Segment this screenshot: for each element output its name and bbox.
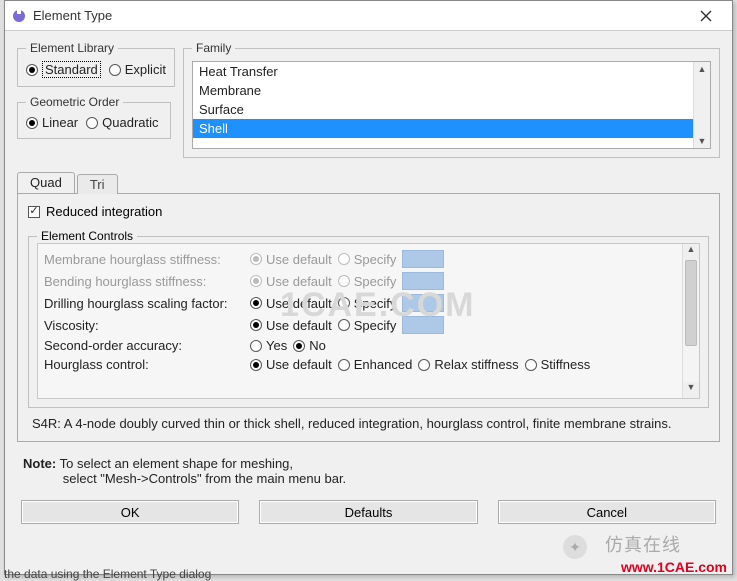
row-bending-hourglass: Bending hourglass stiffness: Use default… bbox=[44, 270, 679, 292]
radio-bending-specify: Specify bbox=[338, 274, 397, 289]
titlebar: Element Type bbox=[5, 1, 732, 31]
tab-tri[interactable]: Tri bbox=[77, 174, 118, 194]
radio-linear-label: Linear bbox=[42, 115, 78, 130]
row-membrane-hourglass: Membrane hourglass stiffness: Use defaul… bbox=[44, 248, 679, 270]
scroll-up-icon[interactable]: ▲ bbox=[698, 62, 707, 76]
radio-hourglass-default[interactable]: Use default bbox=[250, 357, 332, 372]
family-item-shell[interactable]: Shell bbox=[193, 119, 693, 138]
radio-quadratic[interactable]: Quadratic bbox=[86, 115, 158, 130]
family-group: Family Heat Transfer Membrane Surface Sh… bbox=[183, 41, 720, 158]
radio-quadratic-label: Quadratic bbox=[102, 115, 158, 130]
bending-value-input bbox=[402, 272, 444, 290]
checkbox-icon bbox=[28, 206, 40, 218]
radio-explicit-label: Explicit bbox=[125, 62, 166, 77]
reduced-integration-checkbox[interactable]: Reduced integration bbox=[28, 204, 709, 219]
top-row: Element Library Standard Explicit Geomet… bbox=[17, 41, 720, 158]
note-line2: select "Mesh->Controls" from the main me… bbox=[63, 471, 346, 486]
radio-viscosity-default[interactable]: Use default bbox=[250, 318, 332, 333]
radio-viscosity-specify[interactable]: Specify bbox=[338, 318, 397, 333]
element-library-legend: Element Library bbox=[26, 41, 118, 55]
geometric-order-group: Geometric Order Linear Quadratic bbox=[17, 95, 171, 139]
close-button[interactable] bbox=[686, 4, 726, 28]
row-hourglass-control: Hourglass control: Use default Enhanced … bbox=[44, 355, 679, 374]
element-library-group: Element Library Standard Explicit bbox=[17, 41, 175, 87]
scroll-down-icon[interactable]: ▼ bbox=[683, 382, 699, 398]
left-column: Element Library Standard Explicit Geomet… bbox=[17, 41, 171, 158]
note-label: Note: bbox=[23, 456, 56, 471]
row-viscosity: Viscosity: Use default Specify bbox=[44, 314, 679, 336]
row-hourglass-label: Hourglass control: bbox=[44, 357, 244, 372]
scroll-down-icon[interactable]: ▼ bbox=[698, 134, 707, 148]
element-type-dialog: Element Type Element Library Standard Ex… bbox=[4, 0, 733, 575]
family-listbox[interactable]: Heat Transfer Membrane Surface Shell ▲ ▼ bbox=[192, 61, 711, 149]
element-controls-group: Element Controls Membrane hourglass stif… bbox=[28, 229, 709, 408]
reduced-integration-label: Reduced integration bbox=[46, 204, 162, 219]
radio-hourglass-enhanced[interactable]: Enhanced bbox=[338, 357, 413, 372]
cancel-button[interactable]: Cancel bbox=[498, 500, 716, 524]
radio-second-no[interactable]: No bbox=[293, 338, 326, 353]
row-bending-label: Bending hourglass stiffness: bbox=[44, 274, 244, 289]
family-item-heat-transfer[interactable]: Heat Transfer bbox=[193, 62, 693, 81]
radio-second-yes[interactable]: Yes bbox=[250, 338, 287, 353]
family-item-surface[interactable]: Surface bbox=[193, 100, 693, 119]
tab-content: Reduced integration Element Controls Mem… bbox=[17, 194, 720, 442]
radio-standard[interactable]: Standard bbox=[26, 61, 101, 78]
radio-membrane-specify: Specify bbox=[338, 252, 397, 267]
ok-button[interactable]: OK bbox=[21, 500, 239, 524]
radio-hourglass-relax[interactable]: Relax stiffness bbox=[418, 357, 518, 372]
radio-drilling-specify[interactable]: Specify bbox=[338, 296, 397, 311]
scrollbar-thumb[interactable] bbox=[685, 260, 697, 346]
note: Note: To select an element shape for mes… bbox=[17, 456, 720, 486]
family-item-membrane[interactable]: Membrane bbox=[193, 81, 693, 100]
window-title: Element Type bbox=[33, 8, 686, 23]
radio-drilling-default[interactable]: Use default bbox=[250, 296, 332, 311]
element-description: S4R: A 4-node doubly curved thin or thic… bbox=[28, 416, 709, 431]
app-icon bbox=[11, 8, 27, 24]
geometric-order-radios: Linear Quadratic bbox=[26, 115, 162, 130]
element-library-radios: Standard Explicit bbox=[26, 61, 166, 78]
membrane-value-input bbox=[402, 250, 444, 268]
tabs-area: Quad Tri Reduced integration Element Con… bbox=[17, 172, 720, 442]
family-scrollbar[interactable]: ▲ ▼ bbox=[693, 62, 710, 148]
geometric-order-legend: Geometric Order bbox=[26, 95, 123, 109]
scroll-up-icon[interactable]: ▲ bbox=[683, 244, 699, 260]
controls-scrollbar[interactable]: ▲ ▼ bbox=[682, 244, 699, 398]
dialog-body: Element Library Standard Explicit Geomet… bbox=[5, 31, 732, 530]
element-controls-panel: Membrane hourglass stiffness: Use defaul… bbox=[37, 243, 700, 399]
tab-bar: Quad Tri bbox=[17, 172, 720, 194]
family-legend: Family bbox=[192, 41, 235, 55]
row-membrane-label: Membrane hourglass stiffness: bbox=[44, 252, 244, 267]
radio-bending-default: Use default bbox=[250, 274, 332, 289]
drilling-value-input[interactable] bbox=[402, 294, 444, 312]
radio-hourglass-stiffness[interactable]: Stiffness bbox=[525, 357, 591, 372]
radio-membrane-default: Use default bbox=[250, 252, 332, 267]
background-text: the data using the Element Type dialog bbox=[4, 567, 211, 581]
buttons-row: OK Defaults Cancel bbox=[17, 496, 720, 524]
row-second-label: Second-order accuracy: bbox=[44, 338, 244, 353]
defaults-button[interactable]: Defaults bbox=[259, 500, 477, 524]
scrollbar-track[interactable] bbox=[683, 260, 699, 382]
row-drilling-hourglass: Drilling hourglass scaling factor: Use d… bbox=[44, 292, 679, 314]
row-second-order: Second-order accuracy: Yes No bbox=[44, 336, 679, 355]
radio-standard-label: Standard bbox=[42, 61, 101, 78]
radio-explicit[interactable]: Explicit bbox=[109, 62, 166, 77]
tab-quad[interactable]: Quad bbox=[17, 172, 75, 193]
element-controls-legend: Element Controls bbox=[37, 229, 137, 243]
radio-linear[interactable]: Linear bbox=[26, 115, 78, 130]
row-viscosity-label: Viscosity: bbox=[44, 318, 244, 333]
viscosity-value-input[interactable] bbox=[402, 316, 444, 334]
note-line1: To select an element shape for meshing, bbox=[60, 456, 293, 471]
row-drilling-label: Drilling hourglass scaling factor: bbox=[44, 296, 244, 311]
